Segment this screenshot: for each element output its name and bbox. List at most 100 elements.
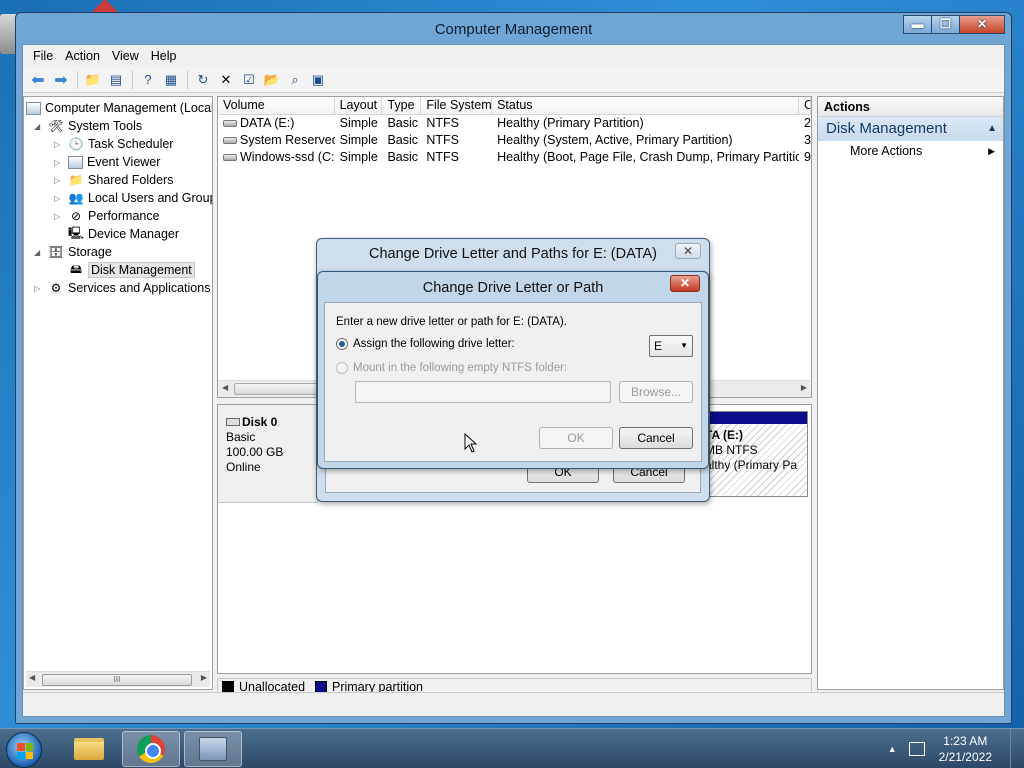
taskbar: ▲ 1:23 AM 2/21/2022 bbox=[0, 728, 1024, 768]
drive-letter-select[interactable]: E ▼ bbox=[649, 335, 693, 357]
table-row[interactable]: Windows-ssd (C:) Simple Basic NTFS Healt… bbox=[218, 149, 811, 166]
network-icon[interactable] bbox=[908, 742, 925, 756]
search-icon[interactable]: ⌕ bbox=[284, 70, 306, 90]
column-header-capacity[interactable]: C bbox=[799, 97, 811, 114]
forward-icon[interactable]: ➡ bbox=[50, 70, 72, 90]
mount-folder-option[interactable]: Mount in the following empty NTFS folder… bbox=[336, 362, 567, 374]
start-button[interactable] bbox=[6, 732, 42, 768]
menu-file[interactable]: File bbox=[27, 49, 59, 63]
tree-node-disk-management[interactable]: 🖴 Disk Management bbox=[68, 261, 195, 279]
mount-folder-label: Mount in the following empty NTFS folder… bbox=[353, 362, 568, 374]
scroll-right-icon[interactable]: ▶ bbox=[201, 673, 207, 682]
drive-icon bbox=[223, 154, 237, 162]
expand-icon[interactable]: ▷ bbox=[54, 140, 64, 149]
show-hidden-icons-icon[interactable]: ▲ bbox=[888, 744, 897, 754]
back-icon[interactable]: ⬅ bbox=[27, 70, 49, 90]
table-row[interactable]: DATA (E:) Simple Basic NTFS Healthy (Pri… bbox=[218, 115, 811, 132]
taskbar-explorer-button[interactable] bbox=[60, 731, 118, 767]
folder-icon bbox=[74, 738, 104, 760]
menu-help[interactable]: Help bbox=[145, 49, 183, 63]
clock[interactable]: 1:23 AM 2/21/2022 bbox=[939, 733, 992, 765]
collapse-icon[interactable]: ◢ bbox=[34, 122, 44, 131]
browse-button[interactable]: Browse... bbox=[619, 381, 693, 403]
expand-icon[interactable]: ▷ bbox=[54, 158, 64, 167]
actions-section-disk-management[interactable]: Disk Management ▲ bbox=[818, 117, 1003, 141]
maximize-button[interactable]: ❐ bbox=[931, 15, 960, 34]
shared-folder-icon: 📁 bbox=[68, 173, 84, 187]
menu-action[interactable]: Action bbox=[59, 49, 106, 63]
tree-node-device-manager[interactable]: 🖳 Device Manager bbox=[68, 225, 179, 243]
tree-node-task-scheduler[interactable]: ▷ 🕒 Task Scheduler bbox=[54, 135, 173, 153]
tree-node-system-tools[interactable]: ◢ 🛠 System Tools bbox=[34, 117, 142, 135]
open-icon[interactable]: 📂 bbox=[261, 70, 283, 90]
disk-state: Online bbox=[226, 460, 261, 474]
menu-view[interactable]: View bbox=[106, 49, 145, 63]
show-hide-tree-icon[interactable]: ▤ bbox=[105, 70, 127, 90]
delete-icon[interactable]: ✕ bbox=[215, 70, 237, 90]
scroll-thumb[interactable]: III bbox=[42, 674, 192, 686]
disk-info-panel[interactable]: Disk 0 Basic 100.00 GB Online bbox=[218, 405, 318, 503]
close-icon[interactable]: ✕ bbox=[675, 243, 701, 259]
partition-size: MB NTFS bbox=[705, 443, 758, 457]
tree-node-event-viewer[interactable]: ▷ Event Viewer bbox=[54, 153, 160, 171]
actions-pane: Actions Disk Management ▲ More Actions ▶ bbox=[817, 96, 1004, 690]
dialog-client: Enter a new drive letter or path for E: … bbox=[324, 302, 702, 462]
close-button[interactable]: ✕ bbox=[959, 15, 1005, 34]
minimize-button[interactable]: ▬ bbox=[903, 15, 932, 34]
tree-node-performance[interactable]: ▷ ⊘ Performance bbox=[54, 207, 160, 225]
submenu-arrow-icon: ▶ bbox=[988, 146, 995, 156]
taskbar-computer-management-button[interactable] bbox=[184, 731, 242, 767]
tree-node-services[interactable]: ▷ ⚙ Services and Applications bbox=[34, 279, 210, 297]
device-manager-icon: 🖳 bbox=[68, 225, 85, 240]
expand-icon[interactable]: ▷ bbox=[34, 284, 44, 293]
folder-path-input[interactable] bbox=[355, 381, 611, 403]
collapse-icon[interactable]: ◢ bbox=[34, 248, 44, 257]
status-bar bbox=[23, 692, 1004, 716]
collapse-up-icon[interactable]: ▲ bbox=[987, 117, 997, 141]
storage-icon: 🗄 bbox=[48, 245, 64, 259]
toolbar: ⬅ ➡ 📁 ▤ ? ▦ ↻ ✕ ☑ 📂 ⌕ ▣ bbox=[23, 67, 1004, 93]
export-icon[interactable]: ▣ bbox=[307, 70, 329, 90]
assign-letter-radio[interactable] bbox=[336, 338, 348, 350]
users-icon: 👥 bbox=[68, 191, 84, 205]
up-folder-icon[interactable]: 📁 bbox=[82, 70, 104, 90]
computer-management-icon bbox=[26, 101, 41, 115]
cancel-button[interactable]: Cancel bbox=[619, 427, 693, 449]
refresh-icon[interactable]: ↻ bbox=[192, 70, 214, 90]
close-button[interactable]: ✕ bbox=[670, 275, 700, 292]
column-header-file-system[interactable]: File System bbox=[421, 97, 493, 114]
tree-node-root[interactable]: Computer Management (Local bbox=[26, 99, 212, 117]
column-header-type[interactable]: Type bbox=[382, 97, 422, 114]
help-icon[interactable]: ? bbox=[137, 70, 159, 90]
tree-node-shared-folders[interactable]: ▷ 📁 Shared Folders bbox=[54, 171, 173, 189]
taskbar-chrome-button[interactable] bbox=[122, 731, 180, 767]
expand-icon[interactable]: ▷ bbox=[54, 212, 64, 221]
scroll-left-icon[interactable]: ◀ bbox=[222, 383, 228, 392]
column-header-status[interactable]: Status bbox=[492, 97, 800, 114]
toolbar-separator bbox=[187, 70, 188, 89]
expand-icon[interactable]: ▷ bbox=[54, 194, 64, 203]
column-header-volume[interactable]: Volume bbox=[218, 97, 335, 114]
expand-icon[interactable]: ▷ bbox=[54, 176, 64, 185]
mount-folder-radio[interactable] bbox=[336, 362, 348, 374]
title-bar[interactable]: Computer Management ▬ ❐ ✕ bbox=[16, 13, 1011, 45]
check-icon[interactable]: ☑ bbox=[238, 70, 260, 90]
tree-node-storage[interactable]: ◢ 🗄 Storage bbox=[34, 243, 112, 261]
disk-type: Basic bbox=[226, 430, 256, 444]
show-desktop-button[interactable] bbox=[1010, 729, 1024, 768]
menu-bar: File Action View Help bbox=[23, 45, 1004, 67]
scroll-right-icon[interactable]: ▶ bbox=[801, 383, 807, 392]
more-actions-item[interactable]: More Actions ▶ bbox=[818, 141, 1003, 161]
disk-icon bbox=[226, 418, 240, 426]
properties-icon[interactable]: ▦ bbox=[160, 70, 182, 90]
dialog-title: Change Drive Letter and Paths for E: (DA… bbox=[369, 246, 657, 262]
table-row[interactable]: System Reserved Simple Basic NTFS Health… bbox=[218, 132, 811, 149]
ok-button[interactable]: OK bbox=[539, 427, 613, 449]
column-header-layout[interactable]: Layout bbox=[335, 97, 383, 114]
tree-node-local-users[interactable]: ▷ 👥 Local Users and Groups bbox=[54, 189, 212, 207]
assign-letter-option[interactable]: Assign the following drive letter: bbox=[336, 338, 515, 350]
tree-horizontal-scrollbar[interactable]: ◀ III ▶ bbox=[26, 671, 210, 687]
partition-data-e[interactable]: TA (E:) MB NTFS althy (Primary Pa bbox=[702, 411, 808, 497]
scroll-left-icon[interactable]: ◀ bbox=[29, 673, 35, 682]
services-icon: ⚙ bbox=[50, 281, 62, 295]
